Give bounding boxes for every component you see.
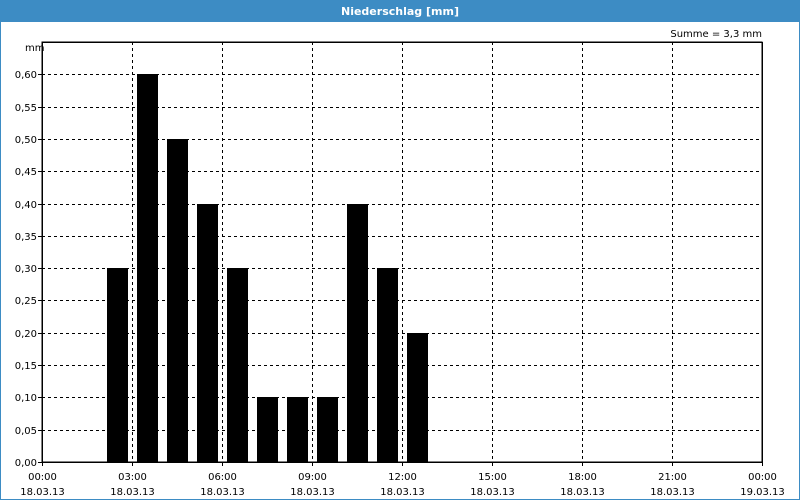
x-tick-time: 00:00 [748,472,777,483]
x-tick-time: 15:00 [478,472,507,483]
x-tick-date: 18.03.13 [110,487,155,498]
x-tick-date: 18.03.13 [650,487,695,498]
chart-window: Niederschlag [mm] 0,00 0,05 0,10 0,15 0,20 0,… [0,0,800,500]
precipitation-bar [167,139,188,462]
precipitation-bar [107,268,128,462]
y-tick-label: 0,00 [15,458,37,469]
precipitation-chart: 0,00 0,05 0,10 0,15 0,20 0,25 0,30 0,35 0,40 0,45… [15,29,785,498]
x-tick-time: 06:00 [208,472,237,483]
y-tick-label: 0,25 [15,296,37,307]
precipitation-bar [317,397,338,462]
y-tick-label: 0,35 [15,232,37,243]
precipitation-bar [377,268,398,462]
x-tick-time: 21:00 [658,472,687,483]
x-tick-date: 18.03.13 [560,487,605,498]
y-tick-label: 0,10 [15,393,37,404]
precipitation-bar [257,397,278,462]
y-tick-label: 0,45 [15,167,37,178]
x-tick-date: 18.03.13 [290,487,335,498]
y-tick-label: 0,05 [15,426,37,437]
x-tick-date: 18.03.13 [20,487,65,498]
x-tick-date: 18.03.13 [380,487,425,498]
y-tick-label: 0,20 [15,329,37,340]
precipitation-bar [137,74,158,462]
sum-summary: Summe = 3,3 mm [670,29,762,40]
x-tick-date: 18.03.13 [470,487,515,498]
y-tick-label: 0,50 [15,135,37,146]
precipitation-bar [197,204,218,462]
y-tick-label: 0,15 [15,361,37,372]
y-tick-label: 0,55 [15,103,37,114]
x-tick-date: 18.03.13 [200,487,245,498]
x-tick-time: 00:00 [28,472,57,483]
x-tick-time: 09:00 [298,472,327,483]
precipitation-bar [347,204,368,462]
precipitation-bar [227,268,248,462]
y-tick-label: 0,30 [15,264,37,275]
x-tick-time: 18:00 [568,472,597,483]
x-tick-time: 03:00 [118,472,147,483]
y-tick-label: 0,60 [15,70,37,81]
precipitation-bar [287,397,308,462]
precipitation-bar [407,333,428,462]
x-tick-time: 12:00 [388,472,417,483]
x-tick-date: 19.03.13 [740,487,785,498]
y-tick-label: 0,40 [15,200,37,211]
y-axis-unit: mm [25,43,44,54]
